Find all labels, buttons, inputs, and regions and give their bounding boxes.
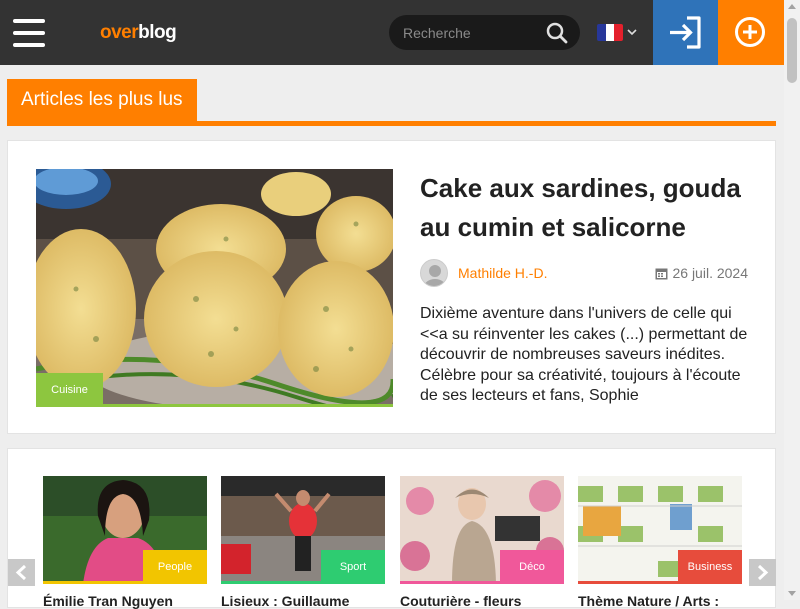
cake-photo: [36, 169, 393, 407]
author-row: Mathilde H.-D. 26 juil. 2024: [420, 259, 760, 289]
plus-circle-icon: [735, 17, 765, 47]
carousel-card-sport[interactable]: Sport: [221, 476, 385, 584]
scrollbar-thumb[interactable]: [787, 18, 797, 83]
carousel-card-title[interactable]: Émilie Tran Nguyen: [43, 593, 207, 609]
language-selector[interactable]: [597, 23, 641, 43]
category-badge[interactable]: Cuisine: [36, 373, 103, 407]
carousel-previous-button[interactable]: [8, 559, 35, 586]
category-badge[interactable]: People: [143, 550, 207, 584]
publish-date-text: 26 juil. 2024: [672, 265, 748, 281]
author-name-link[interactable]: Mathilde H.-D.: [458, 265, 547, 281]
author-avatar[interactable]: [420, 259, 448, 287]
chevron-right-icon: [757, 564, 769, 581]
top-navigation-bar: overblog: [0, 0, 784, 65]
search-box: [389, 15, 580, 50]
carousel-card-title[interactable]: Couturière - fleurs: [400, 593, 564, 609]
hamburger-menu-icon[interactable]: [13, 19, 45, 47]
search-icon[interactable]: [545, 21, 569, 45]
add-button[interactable]: [718, 0, 784, 65]
featured-article-image[interactable]: Cuisine: [36, 169, 393, 407]
calendar-icon: [655, 268, 668, 280]
section-title: Articles les plus lus: [7, 79, 197, 121]
carousel-card-people[interactable]: People: [43, 476, 207, 584]
login-button[interactable]: [653, 0, 718, 65]
category-badge[interactable]: Déco: [500, 550, 564, 584]
scroll-down-arrow-icon[interactable]: [788, 591, 796, 596]
french-flag-icon: [597, 24, 623, 41]
page-scrollbar[interactable]: [784, 0, 800, 600]
search-input[interactable]: [403, 23, 533, 43]
carousel-card-title[interactable]: Thème Nature / Arts :: [578, 593, 742, 609]
carousel-card-business[interactable]: Business: [578, 476, 742, 584]
category-underline: [221, 581, 385, 584]
carousel-card-title[interactable]: Lisieux : Guillaume: [221, 593, 385, 609]
category-underline: [400, 581, 564, 584]
user-avatar-icon: [424, 265, 446, 286]
chevron-left-icon: [15, 564, 27, 581]
carousel-next-button[interactable]: [749, 559, 776, 586]
scroll-up-arrow-icon[interactable]: [788, 4, 796, 9]
category-underline: [578, 581, 742, 584]
featured-article-title[interactable]: Cake aux sardines, gouda au cumin et sal…: [420, 169, 760, 247]
overblog-logo[interactable]: overblog: [100, 22, 177, 44]
featured-article-excerpt: Dixième aventure dans l'univers de celle…: [420, 305, 748, 404]
category-underline: [36, 404, 393, 407]
carousel-card-deco[interactable]: Déco: [400, 476, 564, 584]
login-icon: [670, 16, 701, 49]
publish-date: 26 juil. 2024: [655, 265, 748, 281]
articles-carousel: People Émilie Tran Nguyen Sport Lisieux …: [7, 448, 776, 609]
category-badge[interactable]: Sport: [321, 550, 385, 584]
section-header: Articles les plus lus: [7, 79, 776, 126]
category-badge[interactable]: Business: [678, 550, 742, 584]
chevron-down-icon: [627, 29, 637, 36]
category-underline: [43, 581, 207, 584]
featured-article: Cuisine Cake aux sardines, gouda au cumi…: [7, 140, 776, 434]
